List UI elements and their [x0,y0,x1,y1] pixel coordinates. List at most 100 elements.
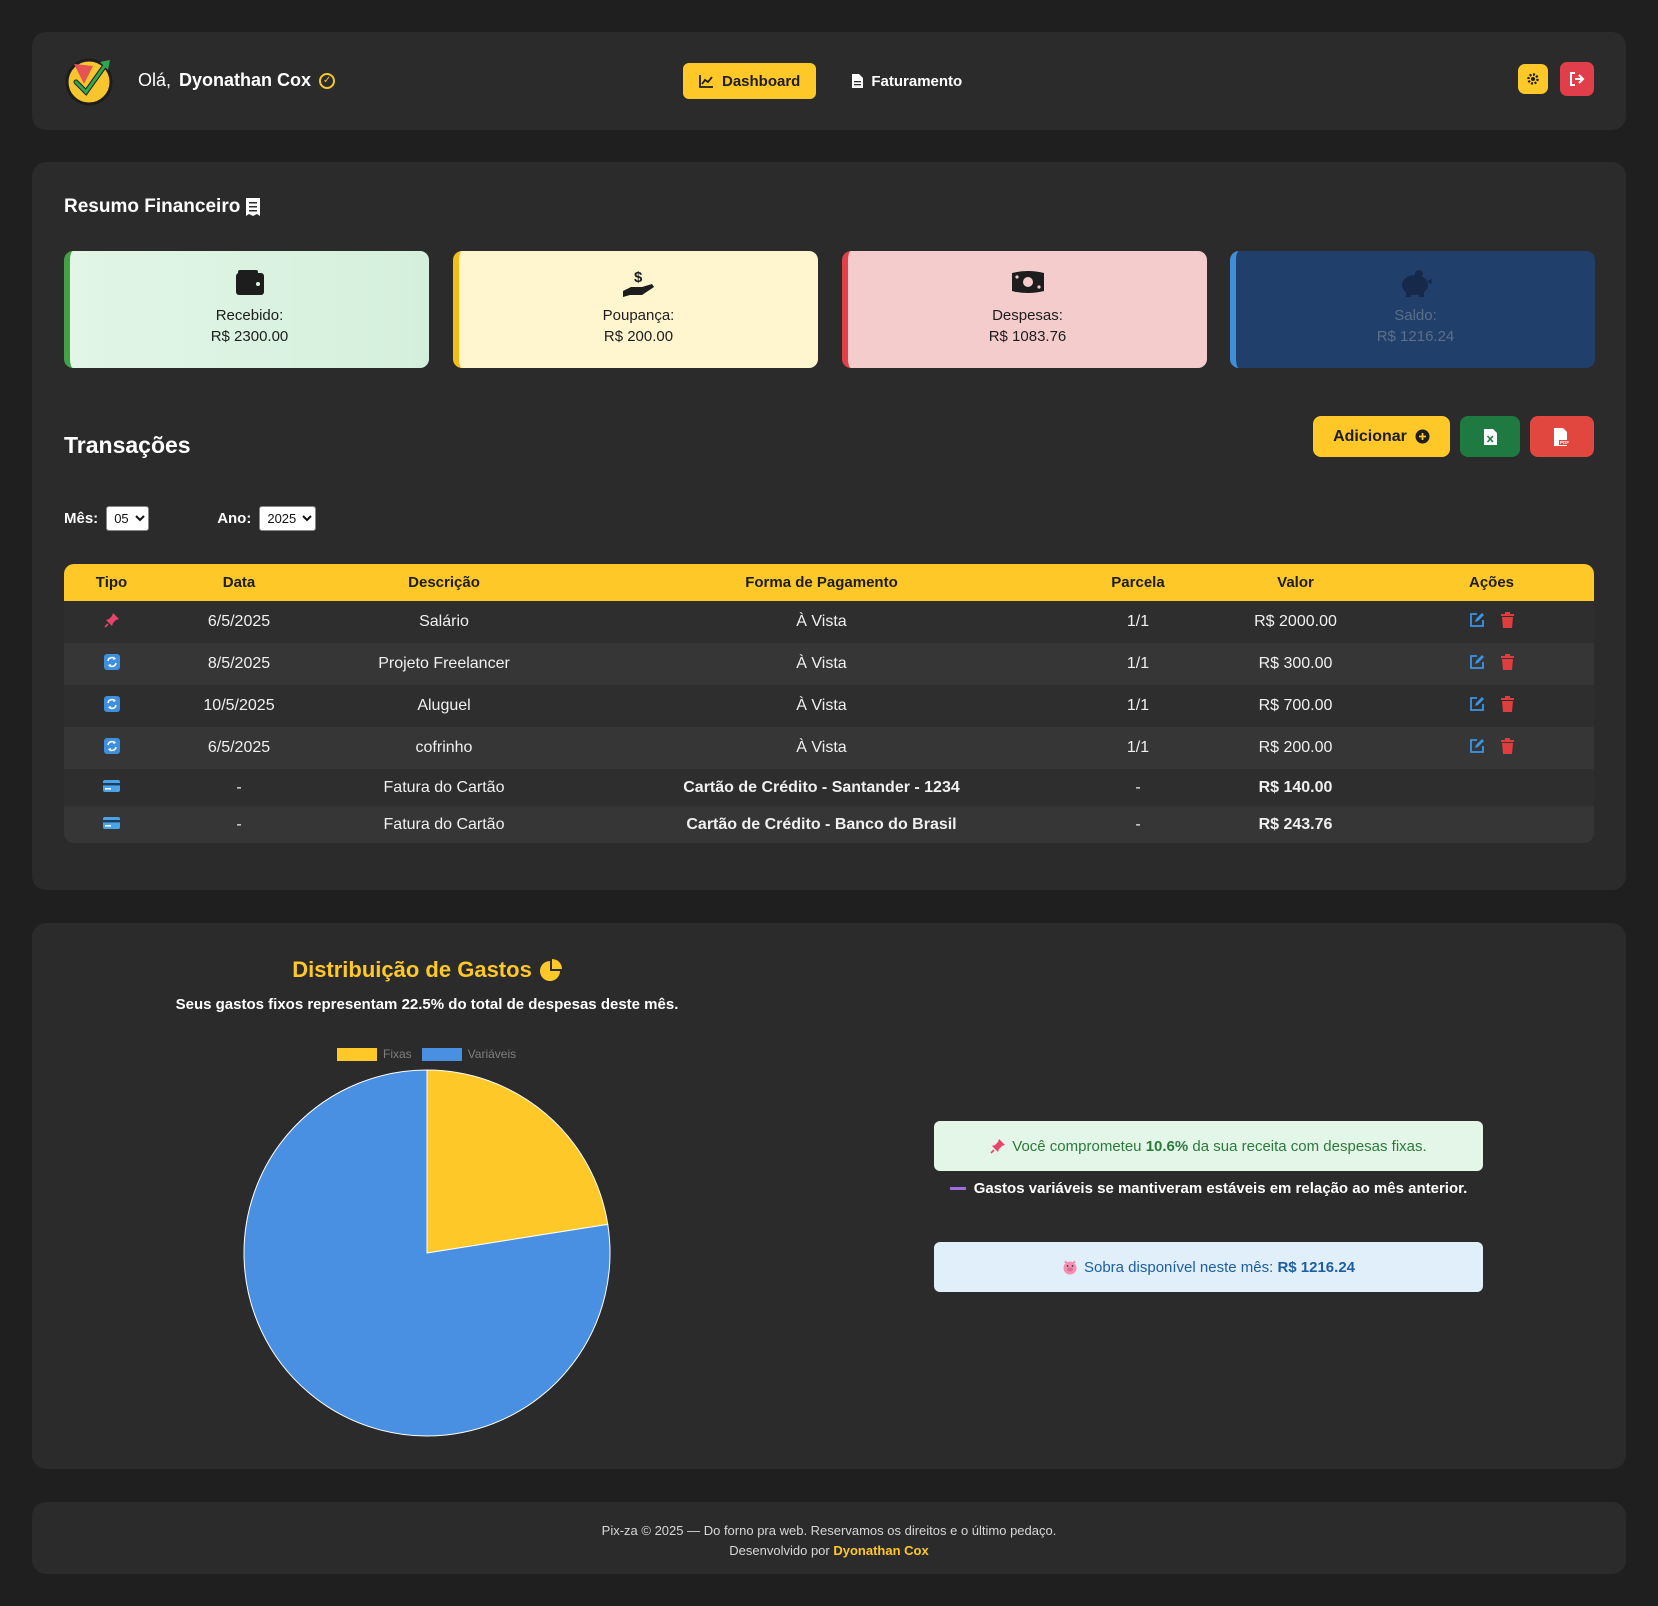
row-parcela: 1/1 [1074,727,1202,769]
col-valor: Valor [1202,564,1389,601]
transactions-table: Tipo Data Descrição Forma de Pagamento P… [64,564,1594,843]
year-label: Ano: [217,510,252,527]
leftover-prefix: Sobra disponível neste mês: [1083,1258,1278,1276]
month-select[interactable]: 05 [106,506,150,531]
nav-faturamento-button[interactable]: Faturamento [838,63,976,99]
fixed-insight-prefix: Você comprometeu [1012,1137,1146,1155]
row-data: - [159,806,319,843]
row-valor: R$ 243.76 [1202,806,1389,843]
table-row: - Fatura do Cartão Cartão de Crédito - B… [64,806,1594,843]
credit-card-icon [103,816,120,829]
legend-swatch-fixas [337,1047,377,1061]
month-label: Mês: [64,510,99,527]
stat-recebido-label: Recebido: [215,307,284,324]
fixed-expenses-insight: Você comprometeu 10.6% da sua receita co… [934,1121,1483,1171]
legend-label-fixas: Fixas [383,1047,412,1061]
repeat-icon [103,695,120,712]
trash-icon[interactable] [1501,695,1514,712]
gear-icon [1527,73,1539,85]
export-excel-button[interactable] [1460,416,1520,457]
row-parcela: 1/1 [1074,685,1202,727]
greeting: Olá, Dyonathan Cox ✓ [138,70,336,91]
footer-dev: Desenvolvido por Dyonathan Cox [32,1541,1626,1561]
variable-expenses-insight: Gastos variáveis se mantiveram estáveis … [934,1180,1483,1197]
logout-button[interactable] [1560,62,1594,96]
header-actions [1518,62,1594,96]
row-parcela: 1/1 [1074,601,1202,643]
trash-icon[interactable] [1501,737,1514,754]
pie-slice-fixas[interactable] [426,1069,609,1254]
table-header-row: Tipo Data Descrição Forma de Pagamento P… [64,564,1594,601]
row-data: 6/5/2025 [159,601,319,643]
row-acoes-empty [1389,769,1594,806]
footer-dev-name[interactable]: Dyonathan Cox [833,1543,928,1558]
col-acoes: Ações [1389,564,1594,601]
summary-title-text: Resumo Financeiro [64,196,241,217]
export-pdf-button[interactable]: PDF [1530,416,1594,457]
edit-icon[interactable] [1469,696,1485,712]
row-data: - [159,769,319,806]
pie-chart [243,1069,611,1437]
legend-swatch-variaveis [421,1047,462,1061]
legend-item-variaveis[interactable]: Variáveis [421,1047,517,1061]
greeting-text: Olá, [138,70,172,90]
distribution-title: Distribuição de Gastos [32,957,822,983]
logout-icon [1570,72,1585,86]
transaction-actions: Adicionar PDF [1313,416,1594,457]
row-parcela: 1/1 [1074,643,1202,685]
nav-dashboard-label: Dashboard [722,72,801,90]
period-filters: Mês: 05 Ano: 2025 [64,506,317,531]
row-valor: R$ 2000.00 [1202,601,1389,643]
year-select[interactable]: 2025 [259,506,317,531]
file-icon [852,74,864,88]
stat-card-poupanca: $ Poupança: R$ 200.00 [453,251,818,368]
leftover-insight: Sobra disponível neste mês: R$ 1216.24 [934,1242,1483,1292]
top-navbar: Olá, Dyonathan Cox ✓ Dashboard Faturamen… [32,32,1626,130]
col-data: Data [159,564,319,601]
hand-dollar-icon: $ [622,269,654,297]
row-descricao: cofrinho [319,727,569,769]
subtitle-pct: 22.5% [401,996,445,1013]
trash-icon[interactable] [1501,653,1514,670]
pdf-file-icon: PDF [1554,427,1570,446]
legend-label-variaveis: Variáveis [467,1047,517,1061]
table-row: 10/5/2025 Aluguel À Vista 1/1 R$ 700.00 [64,685,1594,727]
repeat-icon [103,653,120,670]
edit-icon[interactable] [1469,738,1485,754]
row-valor: R$ 200.00 [1202,727,1389,769]
svg-text:PDF: PDF [1560,440,1569,445]
table-row: - Fatura do Cartão Cartão de Crédito - S… [64,769,1594,806]
trash-icon[interactable] [1501,611,1514,628]
repeat-icon [103,737,120,754]
row-valor: R$ 140.00 [1202,769,1389,806]
stat-poupanca-label: Poupança: [602,307,675,324]
transactions-title: Transações [64,432,191,458]
stat-poupanca-value: R$ 200.00 [603,328,674,345]
row-forma: À Vista [569,643,1074,685]
nav-dashboard-button[interactable]: Dashboard [683,63,817,99]
row-acoes-empty [1389,806,1594,843]
spending-distribution-section: Distribuição de Gastos Seus gastos fixos… [32,923,1626,1469]
subtitle-prefix: Seus gastos fixos representam [175,996,402,1013]
row-valor: R$ 700.00 [1202,685,1389,727]
verified-icon: ✓ [319,72,336,89]
distribution-title-text: Distribuição de Gastos [292,957,532,982]
chart-legend: Fixas Variáveis [337,1047,520,1061]
col-forma: Forma de Pagamento [569,564,1074,601]
edit-icon[interactable] [1469,612,1485,628]
money-bill-icon [1011,271,1044,293]
stat-despesas-value: R$ 1083.76 [988,328,1067,345]
row-parcela: - [1074,769,1202,806]
edit-icon[interactable] [1469,654,1485,670]
plus-circle-icon [1415,429,1430,444]
pig-face-icon [1063,1260,1077,1275]
pie-chart-icon [539,959,562,981]
row-descricao: Fatura do Cartão [319,769,569,806]
legend-item-fixas[interactable]: Fixas [337,1047,412,1061]
chart-line-icon [699,75,713,88]
add-transaction-button[interactable]: Adicionar [1313,416,1450,457]
credit-card-icon [103,779,120,792]
settings-button[interactable] [1518,64,1548,94]
table-row: 6/5/2025 Salário À Vista 1/1 R$ 2000.00 [64,601,1594,643]
user-name: Dyonathan Cox [179,70,312,90]
